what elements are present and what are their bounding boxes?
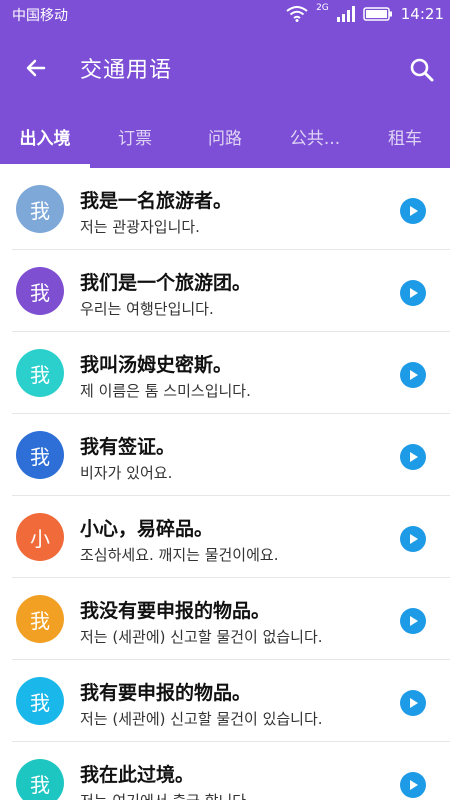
- tab-label: 租车: [388, 128, 422, 149]
- avatar: 我: [16, 431, 64, 479]
- play-icon: [410, 616, 418, 626]
- avatar: 我: [16, 267, 64, 315]
- play-button[interactable]: [400, 608, 426, 634]
- play-button[interactable]: [400, 690, 426, 716]
- battery-icon: [363, 7, 392, 21]
- tab-label: 出入境: [19, 128, 71, 149]
- tab-label: 公共...: [289, 128, 341, 149]
- arrow-left-icon: [26, 59, 46, 77]
- play-icon: [410, 452, 418, 462]
- list-item[interactable]: 小 小心，易碎品。 조심하세요. 깨지는 물건이에요.: [0, 496, 450, 578]
- signal-icon: [336, 6, 355, 22]
- play-button[interactable]: [400, 280, 426, 306]
- tab-car-rental[interactable]: 租车: [360, 104, 450, 168]
- carrier-label: 中国移动: [12, 8, 68, 24]
- app-screen: 中国移动 2G 14:21 交通用语 出入境 订票 问路 公共... 租车 我 …: [0, 0, 450, 800]
- header: 中国移动 2G 14:21 交通用语 出入境 订票 问路 公共... 租车: [0, 0, 450, 168]
- phrase-korean: 저는 (세관에) 신고할 물건이 있습니다.: [80, 710, 323, 728]
- phrase-chinese: 我在此过境。: [80, 764, 195, 786]
- avatar: 小: [16, 513, 64, 561]
- back-button[interactable]: [14, 46, 58, 90]
- play-button[interactable]: [400, 198, 426, 224]
- play-icon: [410, 370, 418, 380]
- clock-label: 14:21: [400, 5, 444, 23]
- avatar: 我: [16, 349, 64, 397]
- wifi-icon: [286, 6, 308, 22]
- status-icons: 2G 14:21: [286, 3, 444, 23]
- play-icon: [410, 780, 418, 790]
- status-bar: 中国移动 2G 14:21: [0, 0, 450, 30]
- avatar: 我: [16, 185, 64, 233]
- list-item[interactable]: 我 我叫汤姆史密斯。 제 이름은 톰 스미스입니다.: [0, 332, 450, 414]
- phrase-chinese: 我是一名旅游者。: [80, 190, 233, 212]
- phrase-korean: 비자가 있어요.: [80, 464, 173, 482]
- search-button[interactable]: [404, 52, 440, 88]
- play-button[interactable]: [400, 526, 426, 552]
- play-button[interactable]: [400, 772, 426, 798]
- play-icon: [410, 698, 418, 708]
- phrase-chinese: 我有签证。: [80, 436, 176, 458]
- tab-public[interactable]: 公共...: [270, 104, 360, 168]
- avatar: 我: [16, 595, 64, 643]
- phrase-list: 我 我是一名旅游者。 저는 관광자입니다. 我 我们是一个旅游团。 우리는 여행…: [0, 168, 450, 800]
- play-button[interactable]: [400, 362, 426, 388]
- list-item[interactable]: 我 我们是一个旅游团。 우리는 여행단입니다.: [0, 250, 450, 332]
- list-item[interactable]: 我 我有要申报的物品。 저는 (세관에) 신고할 물건이 있습니다.: [0, 660, 450, 742]
- phrase-korean: 제 이름은 톰 스미스입니다.: [80, 382, 251, 400]
- phrase-chinese: 我有要申报的物品。: [80, 682, 252, 704]
- list-item[interactable]: 我 我在此过境。 저는 여기에서 출국 합니다.: [0, 742, 450, 800]
- toolbar: 交通用语: [0, 30, 450, 104]
- avatar: 我: [16, 759, 64, 800]
- phrase-chinese: 小心，易碎品。: [80, 518, 214, 540]
- play-icon: [410, 206, 418, 216]
- tab-label: 问路: [208, 128, 242, 149]
- page-title: 交通用语: [80, 58, 173, 83]
- list-item[interactable]: 我 我有签证。 비자가 있어요.: [0, 414, 450, 496]
- list-item[interactable]: 我 我是一名旅游者。 저는 관광자입니다.: [0, 168, 450, 250]
- avatar: 我: [16, 677, 64, 725]
- list-item[interactable]: 我 我没有要申报的物品。 저는 (세관에) 신고할 물건이 없습니다.: [0, 578, 450, 660]
- play-icon: [410, 534, 418, 544]
- phrase-chinese: 我没有要申报的物品。: [80, 600, 271, 622]
- phrase-chinese: 我们是一个旅游团。: [80, 272, 252, 294]
- phrase-chinese: 我叫汤姆史密斯。: [80, 354, 233, 376]
- tab-immigration[interactable]: 出入境: [0, 104, 90, 168]
- network-type-label: 2G: [316, 3, 329, 13]
- phrase-korean: 저는 관광자입니다.: [80, 218, 200, 236]
- phrase-korean: 저는 (세관에) 신고할 물건이 없습니다.: [80, 628, 323, 646]
- phrase-korean: 조심하세요. 깨지는 물건이에요.: [80, 546, 279, 564]
- tab-label: 订票: [118, 128, 152, 149]
- play-button[interactable]: [400, 444, 426, 470]
- play-icon: [410, 288, 418, 298]
- tab-bar: 出入境 订票 问路 公共... 租车: [0, 104, 450, 168]
- search-icon: [410, 58, 434, 82]
- phrase-korean: 우리는 여행단입니다.: [80, 300, 214, 318]
- phrase-korean: 저는 여기에서 출국 합니다.: [80, 790, 251, 800]
- tab-tickets[interactable]: 订票: [90, 104, 180, 168]
- tab-directions[interactable]: 问路: [180, 104, 270, 168]
